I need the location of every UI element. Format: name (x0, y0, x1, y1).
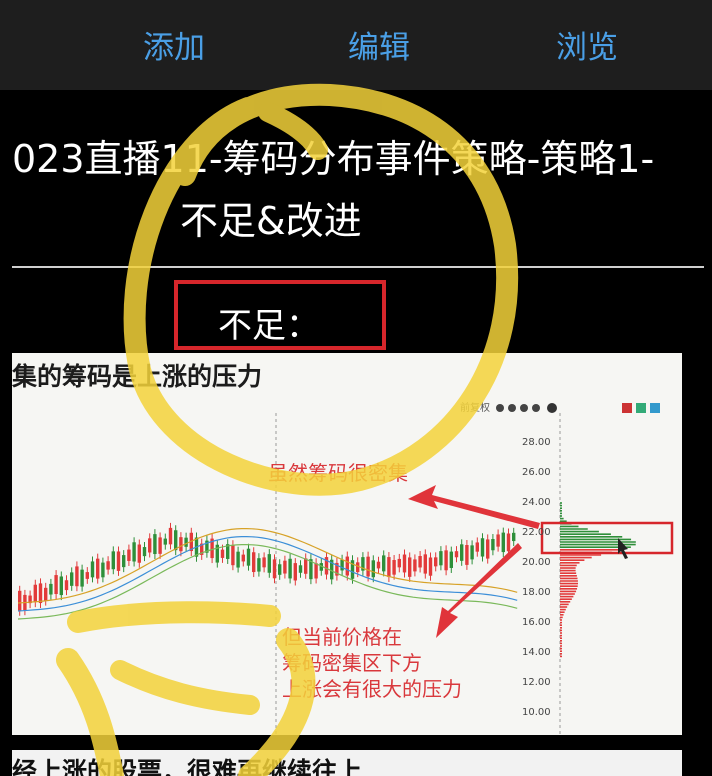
price-tick: 12.00 (522, 677, 551, 688)
price-tick: 18.00 (522, 587, 551, 598)
top-toolbar: 添加 编辑 浏览 (0, 0, 712, 90)
section-label: 不足： (218, 306, 320, 346)
note-title-line1: 023直播11-筹码分布事件策略-策略1- (12, 137, 655, 181)
cursor-icon (618, 538, 628, 559)
price-tick: 14.00 (522, 647, 551, 658)
price-tick: 24.00 (522, 497, 551, 508)
screenshot-toolbar-icons (496, 403, 660, 413)
second-screenshot-title: 经上涨的股票，很难再继续往上 (12, 757, 363, 776)
price-tick: 22.00 (522, 527, 551, 538)
price-tick: 28.00 (522, 437, 551, 448)
note-content: 023直播11-筹码分布事件策略-策略1- 不足&改进 不足： 集的筹码是上涨的… (12, 90, 712, 776)
embedded-chart-screenshot: 集的筹码是上涨的压力 前复权 虽然筹码很密集 但当前价格在 筹码密集区下方 上涨… (12, 353, 682, 735)
candles-group (18, 522, 516, 616)
annotation-top: 虽然筹码很密集 (268, 461, 408, 485)
second-screenshot: 经上涨的股票，很难再继续往上 (12, 750, 682, 776)
annotation-bottom-3: 上涨会有很大的压力 (282, 677, 462, 701)
divider (12, 266, 704, 268)
edit-tab[interactable]: 编辑 (348, 22, 410, 67)
add-tab[interactable]: 添加 (143, 22, 205, 67)
note-title: 023直播11-筹码分布事件策略-策略1- 不足&改进 (12, 128, 712, 252)
price-tick: 20.00 (522, 557, 551, 568)
price-tick: 16.00 (522, 617, 551, 628)
browse-tab[interactable]: 浏览 (556, 22, 618, 67)
annotation-bottom-1: 但当前价格在 (282, 625, 402, 649)
annotation-bottom-2: 筹码密集区下方 (282, 651, 422, 675)
arrows (408, 485, 540, 638)
chip-distribution (560, 502, 636, 658)
note-title-line2: 不足&改进 (180, 199, 362, 243)
price-tick: 26.00 (522, 467, 551, 478)
distribution-highlight-box (540, 521, 674, 555)
price-tick: 10.00 (522, 707, 551, 718)
